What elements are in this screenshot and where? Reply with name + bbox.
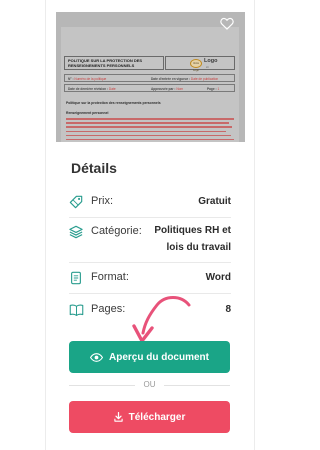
price-value: Gratuit	[198, 196, 231, 207]
detail-row-format: Format: Word	[69, 270, 231, 288]
detail-row-price: Prix: Gratuit	[69, 194, 231, 212]
eye-icon	[89, 352, 103, 362]
doc-title: POLITIQUE SUR LA PROTECTION DES RENSEIGN…	[68, 58, 143, 68]
doc-section-heading: Politique sur la protection des renseign…	[66, 101, 161, 105]
meta-effective-date: Date d'entrée en vigueur : Date de publi…	[151, 76, 219, 81]
or-separator: OU	[69, 379, 230, 391]
document-page: POLITIQUE SUR LA PROTECTION DES RENSEIGN…	[61, 27, 239, 142]
divider	[69, 217, 231, 218]
download-button[interactable]: Télécharger	[69, 401, 230, 433]
meta-number: N° : Numéro de la politique	[68, 76, 107, 81]
or-label: OU	[143, 380, 156, 389]
book-icon	[69, 303, 84, 317]
download-icon	[113, 412, 123, 422]
meta-approved-by: Approuvée par : Nom	[151, 86, 184, 91]
format-value: Word	[205, 272, 231, 283]
preview-document-button[interactable]: Aperçu du document	[69, 341, 230, 373]
price-label: Prix:	[91, 195, 113, 207]
document-card: POLITIQUE SUR LA PROTECTION DES RENSEIGN…	[45, 0, 255, 450]
details-heading: Détails	[71, 160, 117, 176]
doc-subsection-heading: Renseignement personnel	[66, 111, 109, 115]
meta-revision-date: Date de dernière révision : Date	[68, 86, 116, 91]
logo-text: Logo	[204, 58, 218, 64]
detail-row-category: Catégorie: Politiques RH et lois du trav…	[69, 222, 231, 260]
document-icon	[69, 271, 83, 285]
document-preview[interactable]: POLITIQUE SUR LA PROTECTION DES RENSEIGN…	[56, 12, 245, 142]
category-value: Politiques RH et lois du travail	[154, 225, 231, 253]
meta-page: Page : 1	[207, 86, 220, 91]
logo-badge: Votre Logo	[190, 59, 202, 72]
heart-icon[interactable]	[220, 17, 234, 30]
divider	[69, 262, 231, 263]
preview-button-label: Aperçu du document	[108, 351, 209, 363]
logo-subtext: ici	[206, 65, 209, 69]
download-button-label: Télécharger	[128, 411, 186, 423]
doc-logo-box: Votre Logo Logo ici	[165, 56, 235, 72]
category-label: Catégorie:	[91, 225, 142, 237]
pages-value: 8	[225, 304, 231, 315]
doc-paragraph	[66, 118, 234, 142]
doc-meta-row-1: N° : Numéro de la politique Date d'entré…	[64, 74, 235, 82]
price-tag-icon	[69, 195, 83, 209]
pages-label: Pages:	[91, 303, 126, 315]
layers-icon	[69, 225, 83, 239]
doc-meta-row-2: Date de dernière révision : Date Approuv…	[64, 84, 235, 92]
format-label: Format:	[91, 271, 129, 283]
